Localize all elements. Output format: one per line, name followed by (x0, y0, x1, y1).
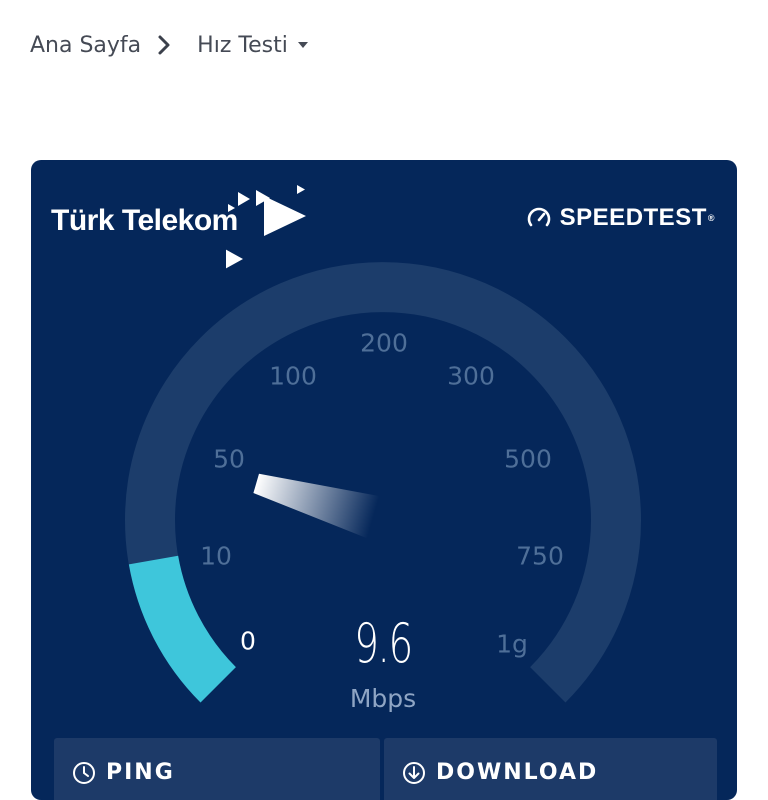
ping-icon (73, 761, 95, 784)
chevron-right-icon (157, 34, 171, 56)
gauge-tick-200: 200 (360, 328, 408, 358)
breadcrumb-current-dropdown[interactable]: Hız Testi (197, 33, 308, 58)
gauge-progress-fill (128, 555, 237, 703)
gauge-tick-10: 10 (200, 541, 232, 571)
ping-header: PING (72, 760, 175, 785)
ping-label: PING (106, 760, 175, 785)
gauge-tick-1g: 1g (496, 629, 528, 659)
gauge-tick-100: 100 (269, 361, 317, 391)
caret-down-icon (297, 42, 308, 48)
gauge-tick-300: 300 (447, 361, 495, 391)
ping-panel[interactable]: PING (54, 738, 380, 800)
gauge-tick-500: 500 (504, 444, 552, 474)
gauge-tick-0: 0 (240, 626, 256, 656)
download-icon (403, 761, 425, 784)
download-panel[interactable]: DOWNLOAD (384, 738, 717, 800)
breadcrumb-current-label: Hız Testi (197, 32, 288, 58)
download-label: DOWNLOAD (436, 760, 599, 785)
breadcrumb-home-link[interactable]: Ana Sayfa (30, 33, 141, 58)
gauge-tick-750: 750 (516, 541, 564, 571)
gauge-tick-50: 50 (213, 444, 245, 474)
download-header: DOWNLOAD (402, 760, 598, 785)
speed-value-text: 9.6 (354, 612, 413, 675)
breadcrumb: Ana Sayfa Hız Testi (30, 28, 308, 62)
speed-unit: Mbps (349, 684, 417, 713)
gauge-needle (253, 473, 380, 539)
speedtest-card: Türk Telekom SPEEDTEST ® 0 10 50 100 200 … (31, 160, 737, 800)
